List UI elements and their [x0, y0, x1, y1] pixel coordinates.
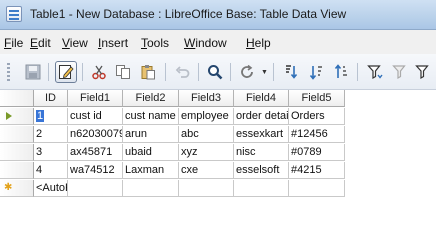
- table-cell-id[interactable]: 1: [34, 108, 68, 125]
- menu-view[interactable]: View: [62, 36, 88, 50]
- column-header-field1[interactable]: Field1: [68, 90, 123, 107]
- table-cell-field1[interactable]: wa74512: [68, 162, 123, 179]
- table-cell-field4[interactable]: order details: [234, 108, 289, 125]
- table-cell-id[interactable]: 4: [34, 162, 68, 179]
- row-header-current[interactable]: [0, 108, 34, 125]
- new-row-cell-field5[interactable]: [289, 180, 345, 197]
- table-cell-field4[interactable]: essexkart: [234, 126, 289, 143]
- save-icon[interactable]: [22, 61, 44, 83]
- toolbar-separator: [165, 63, 166, 81]
- toolbar-separator: [48, 63, 49, 81]
- toolbar-separator: [230, 63, 231, 81]
- table-cell-field2[interactable]: Laxman: [123, 162, 179, 179]
- window-title: Table1 - New Database : LibreOffice Base…: [30, 7, 347, 21]
- table-cell-field2[interactable]: arun: [123, 126, 179, 143]
- column-header-field5[interactable]: Field5: [289, 90, 345, 107]
- table-cell-field2[interactable]: cust name: [123, 108, 179, 125]
- paste-icon[interactable]: [137, 61, 159, 83]
- sort-ascending-icon[interactable]: [305, 61, 327, 83]
- table-cell-field5[interactable]: #0789: [289, 144, 345, 161]
- column-header-field4[interactable]: Field4: [234, 90, 289, 107]
- new-row-cell-field1[interactable]: [68, 180, 123, 197]
- new-row-autofield-cell[interactable]: <AutoField>: [34, 180, 68, 197]
- table-cell-field1[interactable]: n62030079: [68, 126, 123, 143]
- table-cell-field3[interactable]: abc: [179, 126, 234, 143]
- menu-help[interactable]: Help: [246, 36, 271, 50]
- table-cell-field2[interactable]: ubaid: [123, 144, 179, 161]
- menu-window[interactable]: Window: [184, 36, 227, 50]
- cut-icon[interactable]: [88, 61, 110, 83]
- autofilter-icon[interactable]: [364, 61, 386, 83]
- copy-icon[interactable]: [112, 61, 134, 83]
- refresh-icon[interactable]: [236, 61, 258, 83]
- menu-bar: File Edit View Insert Tools Window Help: [0, 30, 436, 54]
- table-cell-field5[interactable]: #12456: [289, 126, 345, 143]
- row-header[interactable]: [0, 126, 34, 143]
- new-row-cell-field4[interactable]: [234, 180, 289, 197]
- table-cell-field3[interactable]: cxe: [179, 162, 234, 179]
- table-cell-field3[interactable]: employee: [179, 108, 234, 125]
- new-row-cell-field3[interactable]: [179, 180, 234, 197]
- table-cell-field5[interactable]: #4215: [289, 162, 345, 179]
- toolbar-separator: [198, 63, 199, 81]
- table-cell-id[interactable]: 2: [34, 126, 68, 143]
- table-cell-field1[interactable]: cust id: [68, 108, 123, 125]
- table-cell-field1[interactable]: ax45871: [68, 144, 123, 161]
- column-header-id[interactable]: ID: [34, 90, 68, 107]
- row-header-new[interactable]: ✱: [0, 180, 34, 197]
- row-header[interactable]: [0, 162, 34, 179]
- new-row-cell-field2[interactable]: [123, 180, 179, 197]
- toolbar-grip[interactable]: [7, 63, 10, 81]
- menu-edit[interactable]: Edit: [30, 36, 51, 50]
- remove-filter-icon[interactable]: [412, 61, 434, 83]
- corner-header[interactable]: [0, 90, 34, 107]
- table-cell-field4[interactable]: esselsoft: [234, 162, 289, 179]
- table-cell-field4[interactable]: nisc: [234, 144, 289, 161]
- menu-insert[interactable]: Insert: [98, 36, 128, 50]
- table-data-grid[interactable]: ID Field1 Field2 Field3 Field4 Field5 1 …: [0, 90, 436, 246]
- edit-mode-icon[interactable]: [55, 61, 77, 83]
- standard-filter-icon[interactable]: [389, 61, 411, 83]
- chevron-down-icon[interactable]: ▼: [261, 69, 268, 76]
- toolbar-separator: [357, 63, 358, 81]
- column-header-field2[interactable]: Field2: [123, 90, 179, 107]
- standard-toolbar: ▼: [0, 54, 436, 90]
- find-icon[interactable]: [204, 61, 226, 83]
- new-record-star-icon: ✱: [4, 182, 13, 193]
- table-cell-field5[interactable]: Orders: [289, 108, 345, 125]
- table-cell-field3[interactable]: xyz: [179, 144, 234, 161]
- table-app-icon: [6, 6, 22, 22]
- sort-descending-icon[interactable]: [330, 61, 352, 83]
- toolbar-separator: [273, 63, 274, 81]
- row-header[interactable]: [0, 144, 34, 161]
- sort-icon[interactable]: [280, 61, 302, 83]
- menu-tools[interactable]: Tools: [141, 36, 169, 50]
- toolbar-separator: [82, 63, 83, 81]
- menu-file[interactable]: File: [4, 36, 23, 50]
- table-cell-id[interactable]: 3: [34, 144, 68, 161]
- title-bar: Table1 - New Database : LibreOffice Base…: [0, 0, 436, 30]
- column-header-field3[interactable]: Field3: [179, 90, 234, 107]
- current-record-arrow-icon: [6, 112, 12, 120]
- undo-icon[interactable]: [172, 61, 194, 83]
